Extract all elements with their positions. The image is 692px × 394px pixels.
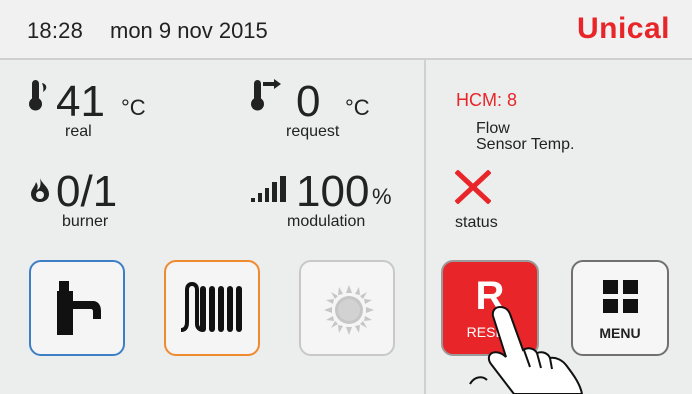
burner-label: burner	[62, 213, 109, 230]
request-temp-value: 0	[296, 77, 321, 126]
panel-divider	[424, 60, 426, 394]
sun-icon	[324, 285, 374, 335]
flow-sensor-text: Flow Sensor Temp.	[476, 121, 574, 153]
radiator-icon	[180, 281, 242, 332]
flow-line-1: Flow	[476, 120, 510, 137]
real-temp-value: 41	[56, 77, 105, 126]
hcm-label: HCM: 8	[456, 90, 518, 110]
status-label: status	[455, 214, 498, 231]
request-temp-unit: °C	[345, 95, 370, 120]
real-temp-unit: °C	[121, 95, 146, 120]
burner-value: 0/1	[56, 167, 118, 216]
brand-logo: Unical	[576, 12, 670, 45]
pointing-hand-icon	[469, 305, 584, 394]
clock: 18:28	[27, 18, 84, 43]
modulation-unit: %	[372, 184, 392, 209]
dhw-mode-button[interactable]	[29, 260, 125, 356]
x-icon	[455, 170, 491, 204]
flame-icon	[31, 178, 49, 202]
request-label: request	[286, 123, 340, 140]
modulation-value: 100	[296, 167, 370, 216]
thermometer-request-icon	[251, 79, 281, 111]
thermometer-icon	[29, 80, 47, 111]
modulation-label: modulation	[287, 213, 366, 230]
flow-line-2: Sensor Temp.	[476, 136, 575, 153]
top-bar: 18:28 mon 9 nov 2015 Unical	[0, 0, 692, 60]
heating-mode-button[interactable]	[164, 260, 260, 356]
signal-bars-icon	[251, 176, 286, 202]
tap-icon	[57, 281, 101, 335]
date: mon 9 nov 2015	[110, 18, 268, 43]
real-label: real	[65, 123, 92, 140]
summer-mode-button[interactable]	[299, 260, 395, 356]
